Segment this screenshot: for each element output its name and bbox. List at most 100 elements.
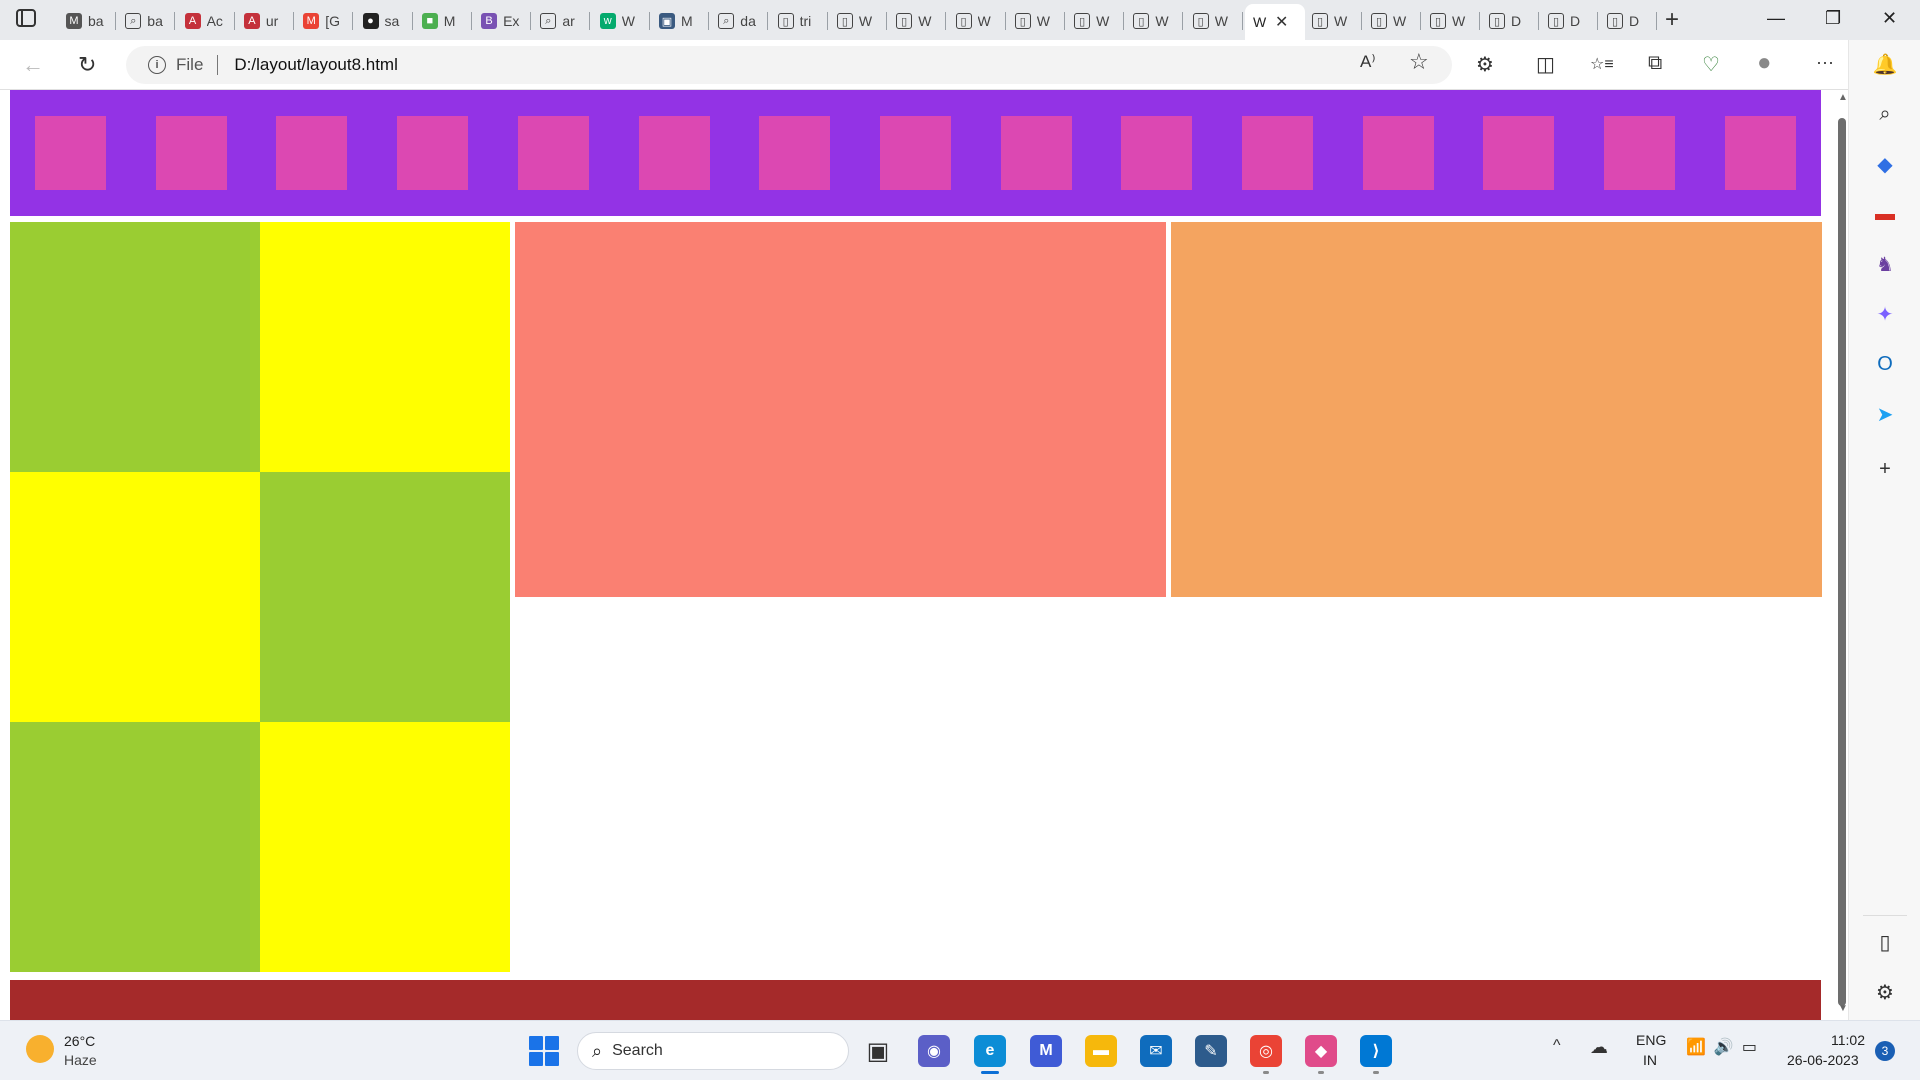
tab-separator: [1004, 12, 1006, 30]
edge-icon[interactable]: e: [974, 1035, 1006, 1067]
microsoft365-icon[interactable]: ✦: [1873, 302, 1897, 326]
send-icon[interactable]: ➤: [1873, 402, 1897, 426]
games-icon[interactable]: ♞: [1873, 252, 1897, 276]
onedrive-cloud-icon[interactable]: ☁: [1590, 1037, 1608, 1058]
tab[interactable]: ▯ W: [1306, 8, 1362, 34]
tab[interactable]: M [G: [297, 8, 354, 34]
mail-icon[interactable]: ✉: [1140, 1035, 1172, 1067]
tab-separator: [589, 12, 591, 30]
new-tab-button[interactable]: +: [1665, 8, 1679, 32]
tab[interactable]: Aur: [238, 8, 294, 34]
tools-icon[interactable]: ▬: [1873, 202, 1897, 226]
tab[interactable]: ▯ W: [890, 8, 947, 34]
tab-active[interactable]: W ✕: [1245, 4, 1305, 40]
url-text[interactable]: D:/layout/layout8.html: [234, 55, 397, 75]
tab-separator: [1241, 12, 1243, 30]
windows-logo-icon: [545, 1036, 559, 1050]
weather-condition[interactable]: Haze: [64, 1052, 97, 1068]
clock-date[interactable]: 26-06-2023: [1787, 1052, 1859, 1068]
tab[interactable]: ● sa: [357, 8, 413, 34]
outlook-icon[interactable]: O: [1873, 352, 1897, 376]
header-box: [1724, 116, 1796, 190]
tab[interactable]: ▯ D: [1542, 8, 1598, 34]
header-box: [638, 116, 710, 190]
scrollbar-thumb[interactable]: [1838, 118, 1846, 1006]
tab[interactable]: ⌕ da: [712, 8, 769, 34]
start-button[interactable]: [529, 1036, 559, 1066]
address-bar[interactable]: i File D:/layout/layout8.html: [126, 46, 1452, 84]
taskbar-search[interactable]: ⌕ Search: [577, 1032, 849, 1070]
tab[interactable]: ▯ W: [831, 8, 887, 34]
teams-chat-icon[interactable]: ◉: [918, 1035, 950, 1067]
vscode-icon[interactable]: ⟩: [1360, 1035, 1392, 1067]
page-header: [10, 90, 1821, 216]
settings-icon[interactable]: ⚙: [1873, 980, 1897, 1004]
close-tab-icon[interactable]: ✕: [1275, 12, 1288, 32]
windows-logo-icon: [529, 1052, 543, 1066]
tab-label: Ex: [503, 13, 520, 29]
tab[interactable]: ▯ W: [1068, 8, 1125, 34]
add-icon[interactable]: +: [1873, 457, 1897, 481]
vertical-scrollbar[interactable]: ▲ ▼: [1836, 90, 1848, 1020]
read-aloud-icon[interactable]: A⁾: [1360, 52, 1376, 72]
tab[interactable]: ▯ W: [1424, 8, 1480, 34]
language-indicator[interactable]: ENG: [1636, 1032, 1666, 1048]
weather-temperature[interactable]: 26°C: [64, 1033, 95, 1049]
tab[interactable]: Mba: [60, 8, 116, 34]
tab-separator: [174, 12, 176, 30]
shopping-tag-icon[interactable]: ◆: [1873, 152, 1897, 176]
tab-label: Ac: [206, 13, 223, 29]
tab[interactable]: B Ex: [475, 8, 532, 34]
app-icon[interactable]: ◆: [1305, 1035, 1337, 1067]
tab[interactable]: ▯ D: [1601, 8, 1657, 34]
performance-icon[interactable]: ♡: [1702, 52, 1720, 77]
split-screen-icon[interactable]: ◫: [1536, 52, 1555, 77]
weather-sun-icon[interactable]: [26, 1035, 54, 1063]
tab[interactable]: ⌕ ar: [534, 8, 591, 34]
collections-icon[interactable]: ⧉: [1648, 52, 1662, 75]
profile-avatar-icon[interactable]: ●: [1757, 49, 1772, 77]
tab[interactable]: ⌕ ba: [119, 8, 176, 34]
show-hidden-icons-chevron[interactable]: ^: [1553, 1037, 1561, 1055]
tab[interactable]: ▯ W: [950, 8, 1006, 34]
favorite-star-icon[interactable]: ☆: [1409, 49, 1429, 75]
tab[interactable]: ▯ D: [1483, 8, 1539, 34]
close-window-button[interactable]: ✕: [1882, 8, 1897, 29]
notification-badge[interactable]: 3: [1875, 1041, 1895, 1061]
tab-separator: [470, 12, 472, 30]
notifications-icon[interactable]: 🔔: [1873, 52, 1898, 76]
tab[interactable]: ▣ M: [653, 8, 709, 34]
scroll-down-arrow-icon[interactable]: ▼: [1838, 1003, 1848, 1014]
tab[interactable]: ▯ tri: [772, 8, 828, 34]
back-button[interactable]: ←: [22, 52, 44, 78]
tab[interactable]: ■ M: [416, 8, 472, 34]
scheme-label: File: [176, 55, 204, 74]
task-view-icon[interactable]: ▣: [862, 1035, 894, 1067]
site-info-icon[interactable]: i: [148, 56, 166, 74]
tab[interactable]: wW: [594, 8, 650, 34]
reload-button[interactable]: ↻: [78, 52, 96, 78]
tab[interactable]: ▯ W: [1009, 8, 1065, 34]
scroll-up-arrow-icon[interactable]: ▲: [1838, 92, 1848, 103]
minimize-button[interactable]: —: [1767, 8, 1785, 29]
network-volume-battery-icons[interactable]: 📶🔊▭: [1686, 1037, 1765, 1057]
tab[interactable]: ▯ W: [1127, 8, 1184, 34]
snipping-icon[interactable]: ✎: [1195, 1035, 1227, 1067]
chrome-icon[interactable]: ◎: [1250, 1035, 1282, 1067]
restore-button[interactable]: ❐: [1825, 8, 1841, 29]
tab-label: M: [681, 13, 693, 29]
header-box: [1000, 116, 1072, 190]
file-explorer-icon[interactable]: ▬: [1085, 1035, 1117, 1067]
search-icon[interactable]: ⌕: [1873, 102, 1897, 126]
tab[interactable]: A Ac: [179, 8, 235, 34]
tab[interactable]: ▯ W: [1365, 8, 1421, 34]
extensions-icon[interactable]: ⚙: [1476, 52, 1494, 77]
keyboard-region[interactable]: IN: [1643, 1052, 1657, 1068]
more-menu-icon[interactable]: ···: [1816, 52, 1834, 73]
whiteboard-icon[interactable]: M: [1030, 1035, 1062, 1067]
favorites-icon[interactable]: ☆≡: [1590, 54, 1614, 74]
tab-actions-icon[interactable]: [16, 9, 44, 31]
clock-time[interactable]: 11:02: [1831, 1032, 1865, 1048]
sidebar-toggle-icon[interactable]: ▯: [1873, 930, 1897, 954]
tab[interactable]: ▯ W: [1187, 8, 1243, 34]
